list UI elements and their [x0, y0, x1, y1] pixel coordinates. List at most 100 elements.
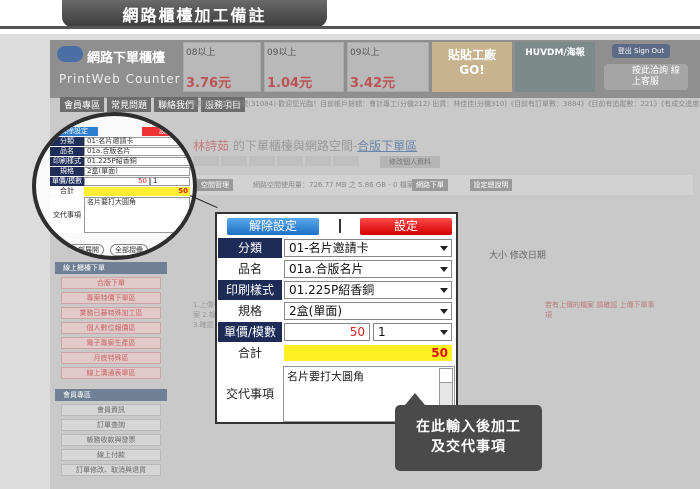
sidebar-item-online-form[interactable]: 線上溝通表單區 [61, 367, 161, 379]
field-label: 交代事項 [50, 197, 84, 233]
print-style-select[interactable]: 01.225P紹香銅 [284, 281, 452, 299]
product-select[interactable]: 01a.合版名片 [284, 260, 452, 278]
product-select[interactable]: 01a.合版名片 [84, 147, 190, 156]
sidebar-item-online-pay[interactable]: 線上付款 [61, 449, 161, 461]
sign-out-button[interactable]: 登出 Sign Out [612, 44, 670, 58]
user-name: 林詩茹 [193, 139, 230, 153]
field-label: 單價/模數 [50, 177, 84, 186]
file-list-header: 大小 修改日期 [489, 251, 546, 261]
online-service-button[interactable]: 按此洽詢 線上客服 [604, 64, 688, 90]
product-value: 01a.合版名片 [289, 262, 364, 276]
quantity-select[interactable]: 1 [150, 177, 190, 186]
promo-price: 3.42元 [350, 76, 396, 91]
print-style-value: 01.225P紹香銅 [289, 283, 375, 297]
background-page-title: 林詩茹 的下單櫃檯與網路空間-合版下單區 [193, 137, 417, 154]
edit-profile-tab[interactable]: 修改個人資料 [380, 156, 440, 168]
total-value: 50 [84, 187, 190, 196]
sidebar-item-member-info[interactable]: 會員資訊 [61, 404, 161, 416]
promo-banner-2[interactable]: 09以上 1.04元 [264, 42, 344, 92]
release-settings-button[interactable]: 解除設定 [227, 217, 319, 235]
space-manage-button[interactable]: 空間管理 [197, 179, 233, 191]
instruction-callout: 在此輸入後加工 及交代事項 [395, 393, 542, 471]
unit-price: 50 [84, 177, 150, 186]
sidebar-section-member: 會員專區 [55, 389, 167, 401]
sidebar-item-billing[interactable]: 帳務收款與發票 [61, 434, 161, 446]
site-logo[interactable]: 網路下單櫃檯 PrintWeb Counter [55, 44, 180, 94]
callout-line-2: 及交代事項 [431, 439, 506, 455]
sidebar-item-month-end[interactable]: 月底特殊區 [61, 352, 161, 364]
product-label: 品名 [218, 259, 282, 279]
spec-select[interactable]: 2盒(單面) [84, 167, 190, 176]
note-text: 名片要打大圓角 [287, 370, 364, 383]
bg-tab[interactable] [249, 156, 275, 166]
bg-tab[interactable] [305, 156, 331, 166]
print-style-label: 印刷樣式 [218, 280, 282, 300]
quantity-select[interactable]: 1 [373, 323, 452, 341]
print-style-select[interactable]: 01.225P紹香銅 [84, 157, 190, 166]
field-label: 規格 [50, 167, 84, 176]
spec-label: 規格 [218, 301, 282, 321]
promo-tag: 09以上 [267, 48, 297, 58]
callout-line-1: 在此輸入後加工 [416, 419, 521, 435]
expand-all-button[interactable]: 全部展開 [66, 244, 104, 256]
chevron-down-icon [440, 330, 448, 335]
release-settings-button[interactable]: 解除設定 [50, 126, 98, 136]
web-order-button[interactable]: 網路下單 [412, 179, 448, 191]
bg-tab[interactable] [333, 156, 359, 166]
category-select[interactable]: 01-名片邀請卡 [84, 137, 190, 146]
set-button[interactable]: 設定 [142, 126, 190, 136]
sidebar-section-order: 線上櫃檯下單 [55, 262, 167, 274]
logo-subtitle: PrintWeb Counter [59, 72, 181, 86]
sidebar-item-digital-quote[interactable]: 個人數位報價區 [61, 322, 161, 334]
page-caption: 網路櫃檯加工備註 [62, 0, 327, 27]
bg-tab[interactable] [193, 156, 219, 166]
unit-price-label: 單價/模數 [218, 322, 282, 342]
nav-member[interactable]: 會員專區 [60, 97, 105, 112]
nav-faq[interactable]: 常見問題 [107, 97, 152, 112]
sidebar-item-order-modify[interactable]: 訂單修改、取消與退貨 [61, 464, 161, 476]
promo-banner-3[interactable]: 09以上 3.42元 [347, 42, 429, 92]
total-value: 50 [284, 345, 452, 361]
chevron-down-icon [440, 246, 448, 251]
promo-tag: 08以上 [186, 48, 216, 58]
promo-banner-1[interactable]: 08以上 3.76元 [183, 42, 261, 92]
sidebar-item-e-project[interactable]: 電子專案生產區 [61, 337, 161, 349]
sidebar-item-special-order[interactable]: 專案特價下單區 [61, 292, 161, 304]
sidebar-item-order-query[interactable]: 訂單查詢 [61, 419, 161, 431]
promo-price: 1.04元 [267, 76, 313, 91]
category-value: 01-名片邀請卡 [289, 241, 369, 255]
background-tabs [193, 156, 359, 166]
set-button[interactable]: 設定 [360, 217, 452, 235]
field-label: 品名 [50, 147, 84, 156]
bg-tab[interactable] [221, 156, 247, 166]
field-label: 合計 [50, 187, 84, 196]
ad-sticker-factory[interactable]: 貼貼工廠 GO! [432, 42, 512, 92]
collapse-all-button[interactable]: 全部摺疊 [110, 244, 148, 256]
category-label: 分類 [218, 238, 282, 258]
note-textarea[interactable]: 名片要打大圓角 [84, 197, 190, 233]
magnifier-circle: 解除設定 設定 分類 01-名片邀請卡 品名 01a.合版名片 印刷樣式 01.225… [32, 112, 197, 260]
magnifier-form: 解除設定 設定 分類 01-名片邀請卡 品名 01a.合版名片 印刷樣式 01.225… [50, 126, 190, 233]
quantity-value: 1 [378, 325, 386, 339]
logo-title: 網路下單櫃檯 [87, 51, 166, 66]
spec-select[interactable]: 2盒(單面) [284, 302, 452, 320]
note-label: 交代事項 [218, 366, 282, 422]
chevron-down-icon [440, 267, 448, 272]
sidebar-menu: 線上櫃檯下單 合版下單 專案特價下單區 業務已審特殊加工區 個人數位報價區 電子… [55, 258, 167, 476]
ad-title: 貼貼工廠 [447, 48, 496, 62]
settings-help-button[interactable]: 設定總說明 [470, 179, 512, 191]
promo-price: 3.76元 [186, 76, 232, 91]
total-label: 合計 [218, 343, 282, 363]
ad-sub: GO! [459, 63, 485, 77]
order-area-link[interactable]: 合版下單區 [357, 139, 417, 153]
scroll-thumb[interactable] [440, 369, 452, 383]
ad-poster[interactable]: HUVDM/海報 [515, 42, 595, 92]
category-select[interactable]: 01-名片邀請卡 [284, 239, 452, 257]
separator [338, 219, 341, 233]
bg-tab[interactable] [277, 156, 303, 166]
sidebar-item-combined-order[interactable]: 合版下單 [61, 277, 161, 289]
cloud-logo-icon [57, 46, 83, 62]
sidebar-item-special-process[interactable]: 業務已審特殊加工區 [61, 307, 161, 319]
title-mid: 的下單櫃檯與網路空間- [229, 139, 358, 153]
field-label: 分類 [50, 137, 84, 146]
